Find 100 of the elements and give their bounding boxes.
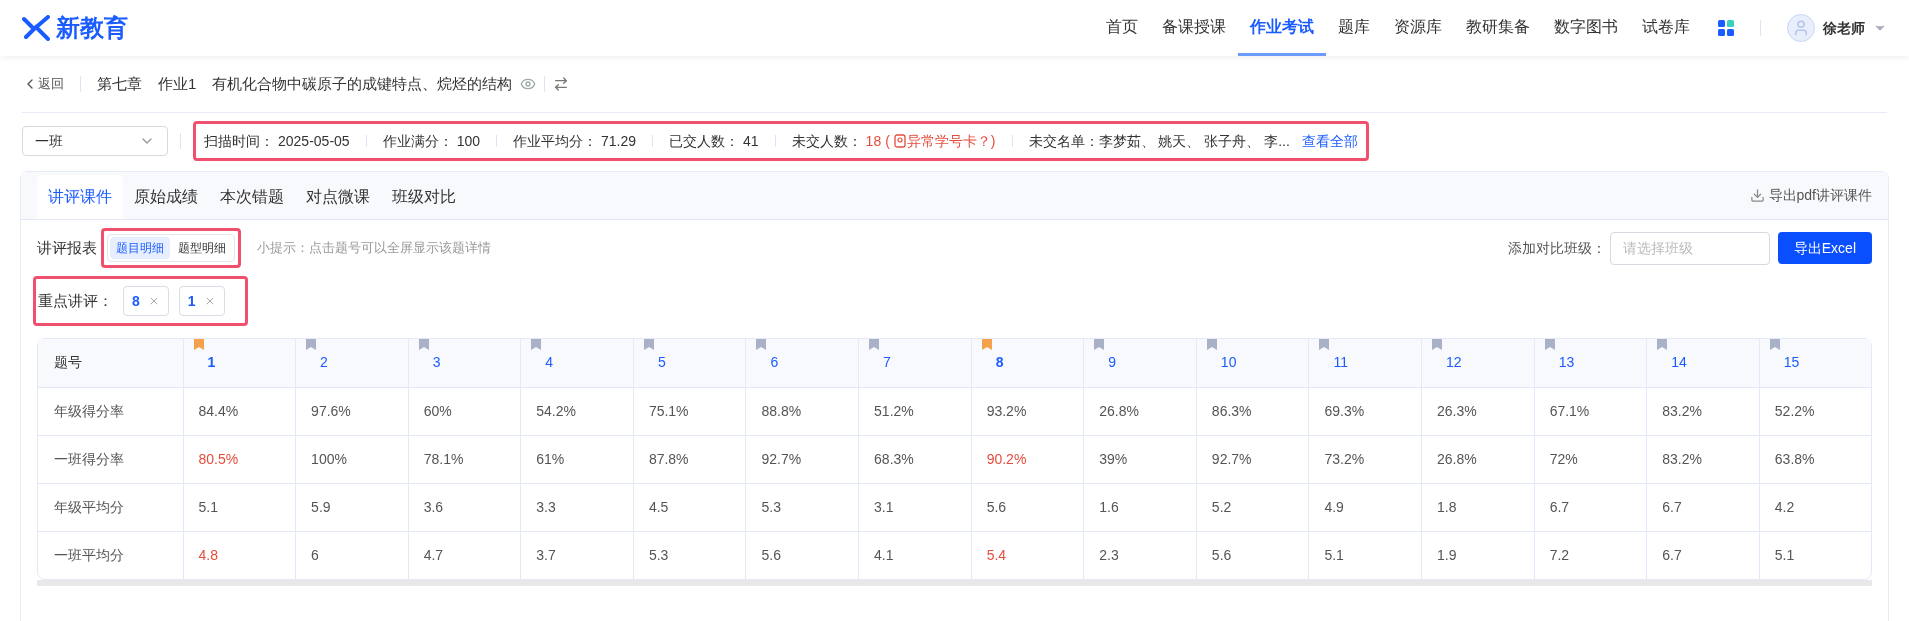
table-cell: 100% <box>295 435 409 483</box>
switch-icon[interactable] <box>553 76 570 92</box>
question-number[interactable]: 7 <box>883 352 891 374</box>
back-link[interactable]: 返回 <box>22 74 64 94</box>
table-cell: 3.7 <box>520 531 634 579</box>
table-cell: 5.6 <box>971 483 1084 531</box>
question-number[interactable]: 9 <box>1108 352 1117 374</box>
table-cell: 78.1% <box>408 435 521 483</box>
row-label: 一班平均分 <box>38 531 183 579</box>
question-number[interactable]: 15 <box>1783 352 1800 374</box>
table-cell: 4.5 <box>633 483 746 531</box>
table-cell: 4.1 <box>858 531 972 579</box>
table-cell: 4.9 <box>1308 483 1422 531</box>
nav-tab[interactable]: 资源库 <box>1382 0 1454 56</box>
table-cell: 6 <box>295 531 409 579</box>
hint-text: 小提示：点击题号可以全屏显示该题详情 <box>257 239 491 258</box>
class-select[interactable]: 一班 <box>22 126 168 156</box>
info-value: 100 <box>456 131 480 151</box>
logo-icon <box>22 15 52 41</box>
tab[interactable]: 本次错题 <box>209 175 295 219</box>
info-label: 作业平均分： <box>513 131 597 151</box>
question-number[interactable]: 2 <box>320 352 328 374</box>
table-cell: 54.2% <box>520 387 634 435</box>
focus-tag[interactable]: 8 <box>123 286 169 316</box>
export-excel-button[interactable]: 导出Excel <box>1777 232 1872 264</box>
header-cell: 题号 <box>38 339 183 387</box>
table-cell: 26.8% <box>1083 387 1197 435</box>
user-name[interactable]: 徐老师 <box>1823 17 1865 39</box>
download-icon[interactable] <box>1749 188 1765 203</box>
nav-tab[interactable]: 题库 <box>1326 0 1382 56</box>
nav-tab[interactable]: 备课授课 <box>1150 0 1238 56</box>
report-label: 讲评报表 <box>37 237 97 258</box>
table-cell: 84.4% <box>183 387 296 435</box>
avatar-icon[interactable] <box>1787 14 1815 42</box>
table-cell: 90.2% <box>971 435 1084 483</box>
question-number[interactable]: 14 <box>1671 352 1687 374</box>
class-input[interactable]: 请选择班级 <box>1609 231 1770 265</box>
view-all-link[interactable]: 查看全部 <box>1301 130 1358 152</box>
question-number[interactable]: 8 <box>995 352 1004 374</box>
question-number[interactable]: 3 <box>432 352 441 374</box>
table-cell: 60% <box>408 387 521 435</box>
table-cell: 73.2% <box>1308 435 1422 483</box>
table-cell: 80.5% <box>183 435 296 483</box>
paren-text: ( <box>885 131 890 151</box>
info-value: 2025-05-05 <box>278 131 350 151</box>
table-cell: 4.7 <box>408 531 521 579</box>
row-label: 年级得分率 <box>38 387 183 435</box>
table-cell: 1.8 <box>1421 483 1535 531</box>
apps-icon[interactable] <box>1718 20 1734 36</box>
info-label: 作业满分： <box>382 131 453 151</box>
question-number[interactable]: 10 <box>1220 352 1237 374</box>
table-cell: 83.2% <box>1646 435 1760 483</box>
question-number[interactable]: 13 <box>1558 352 1575 374</box>
question-number[interactable]: 11 <box>1333 352 1348 374</box>
homework-label: 作业1 <box>158 73 197 94</box>
abnormal-card-link[interactable]: 异常学号卡？ <box>906 130 991 152</box>
table-cell: 3.3 <box>520 483 634 531</box>
nav-tab[interactable]: 作业考试 <box>1238 0 1326 56</box>
card-icon <box>893 134 907 148</box>
table-cell: 39% <box>1083 435 1197 483</box>
nav-tab[interactable]: 试卷库 <box>1630 0 1702 56</box>
table-cell: 6.7 <box>1646 483 1760 531</box>
question-number[interactable]: 4 <box>545 352 554 374</box>
table-cell: 67.1% <box>1534 387 1647 435</box>
info-label: 未交人数： <box>791 131 862 151</box>
tab[interactable]: 对点微课 <box>295 175 381 219</box>
nav-tab[interactable]: 数字图书 <box>1542 0 1630 56</box>
table-cell: 68.3% <box>858 435 972 483</box>
nav-tab[interactable]: 首页 <box>1094 0 1150 56</box>
table-cell: 5.1 <box>1308 531 1422 579</box>
table-cell: 51.2% <box>858 387 972 435</box>
tab[interactable]: 讲评课件 <box>37 175 123 219</box>
table-cell: 5.2 <box>1196 483 1309 531</box>
row-label: 年级平均分 <box>38 483 183 531</box>
question-number[interactable]: 5 <box>657 352 666 374</box>
export-pdf-button[interactable]: 导出pdf讲评课件 <box>1749 172 1872 219</box>
table-cell: 26.3% <box>1421 387 1535 435</box>
table-cell: 52.2% <box>1759 387 1871 435</box>
table-cell: 87.8% <box>633 435 746 483</box>
tab[interactable]: 原始成绩 <box>123 175 209 219</box>
tab[interactable]: 班级对比 <box>381 175 467 219</box>
table-cell: 86.3% <box>1196 387 1309 435</box>
report-option[interactable]: 题目明细 <box>110 237 170 259</box>
table-cell: 6.7 <box>1646 531 1760 579</box>
table-cell: 92.7% <box>1196 435 1309 483</box>
question-number[interactable]: 6 <box>770 352 779 374</box>
nav-tab[interactable]: 教研集备 <box>1454 0 1542 56</box>
logo-text: 新教育 <box>56 13 128 43</box>
report-option[interactable]: 题型明细 <box>172 237 232 259</box>
table-cell: 92.7% <box>745 435 859 483</box>
paren-text: ) <box>990 131 996 151</box>
question-number[interactable]: 1 <box>207 352 216 374</box>
question-number[interactable]: 12 <box>1446 352 1462 374</box>
eye-icon[interactable] <box>520 76 537 92</box>
table-cell: 5.3 <box>633 531 746 579</box>
table-cell: 5.6 <box>1196 531 1309 579</box>
table-cell: 7.2 <box>1534 531 1647 579</box>
table-cell: 6.7 <box>1534 483 1647 531</box>
table-cell: 97.6% <box>295 387 409 435</box>
focus-tag[interactable]: 1 <box>178 286 225 316</box>
